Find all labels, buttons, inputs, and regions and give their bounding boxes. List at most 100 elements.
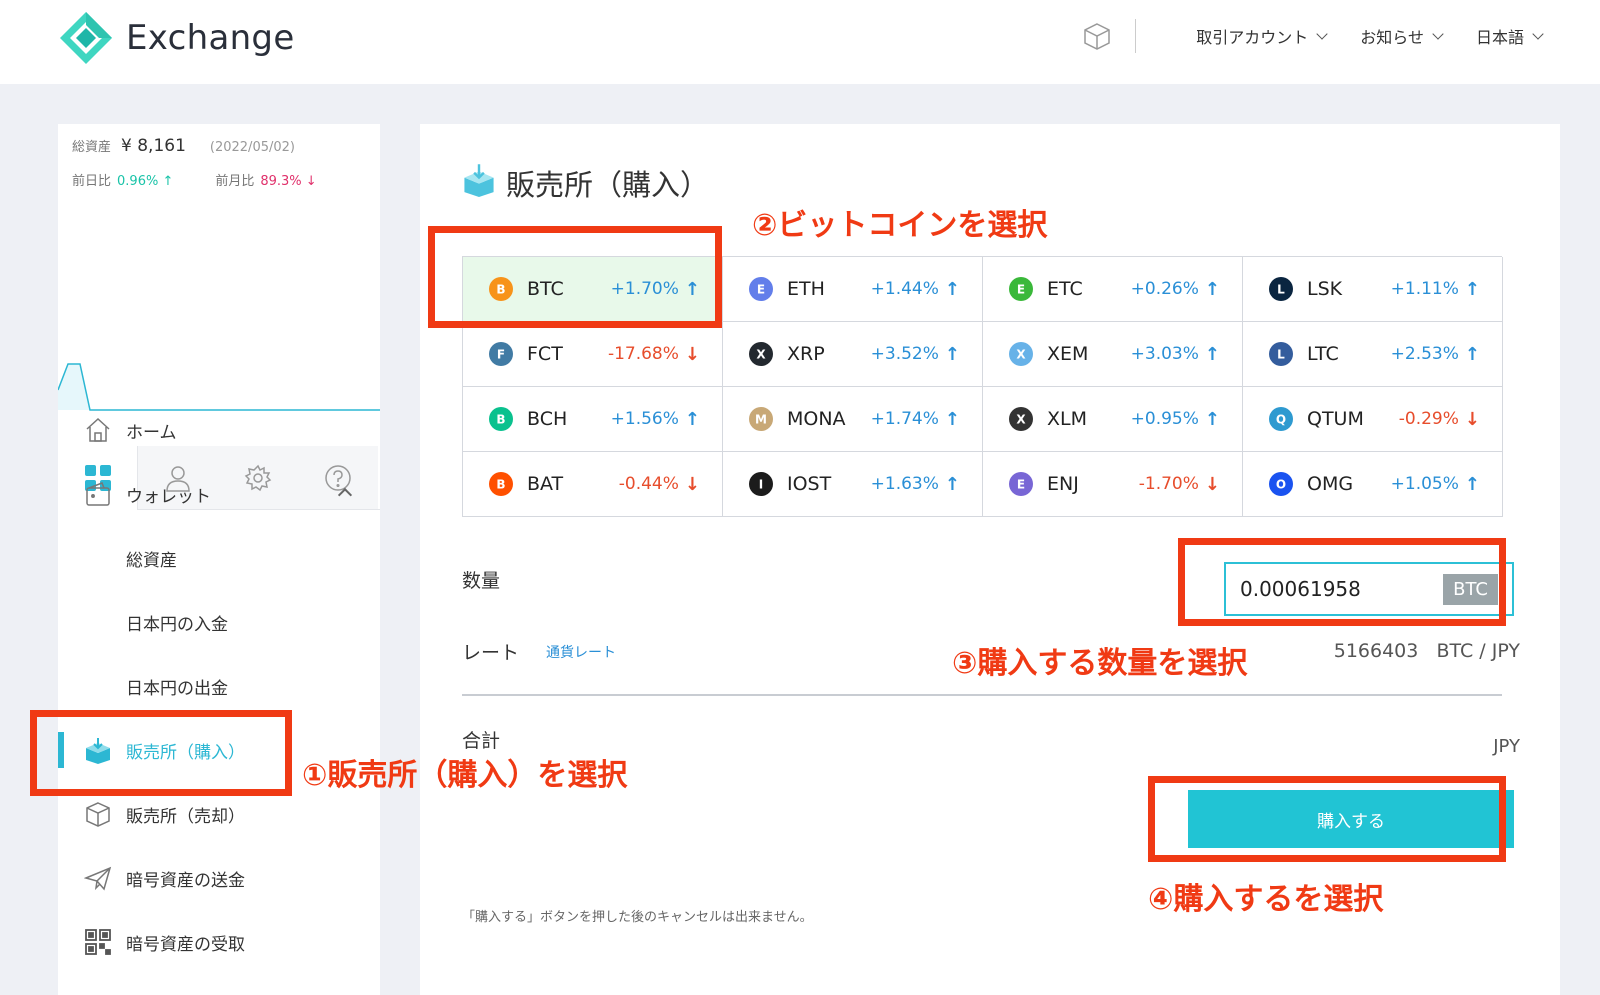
annotation-box-step4 [1148, 776, 1506, 862]
svg-text:I: I [759, 478, 763, 492]
omg-coin-icon: O [1267, 470, 1295, 498]
chevron-up-icon[interactable] [337, 487, 353, 503]
sidebar-item-label: 日本円の出金 [126, 678, 228, 699]
arrow-up-icon: ↑ [1204, 343, 1220, 365]
coin-symbol: XLM [1047, 408, 1087, 430]
svg-text:L: L [1277, 283, 1285, 297]
coin-change-value: -0.44% [618, 474, 679, 494]
sidebar-item-label: 総資産 [126, 550, 177, 571]
iost-coin-icon: I [747, 470, 775, 498]
coin-change-value: +1.44% [870, 279, 939, 299]
mona-coin-icon: M [747, 405, 775, 433]
chevron-down-icon [1532, 27, 1544, 40]
etc-coin-icon: E [1007, 275, 1035, 303]
divider [462, 694, 1502, 696]
coin-symbol: LTC [1307, 343, 1339, 365]
coin-change-value: -17.68% [607, 344, 679, 364]
language-menu[interactable]: 日本語 [1475, 24, 1544, 48]
coin-fct[interactable]: F FCT -17.68% ↓ [463, 322, 723, 387]
sidebar-item-total-assets[interactable]: 総資産 [58, 530, 380, 586]
arrow-up-icon: ↑ [944, 408, 960, 430]
svg-text:O: O [1276, 478, 1286, 492]
coin-xlm[interactable]: X XLM +0.95% ↑ [983, 387, 1243, 452]
coin-iost[interactable]: I IOST +1.63% ↑ [723, 452, 983, 517]
day-change-label: 前日比 [72, 174, 112, 189]
arrow-up-icon: ↑ [1464, 473, 1480, 495]
coin-mona[interactable]: M MONA +1.74% ↑ [723, 387, 983, 452]
coin-lsk[interactable]: L LSK +1.11% ↑ [1243, 257, 1503, 322]
change-summary: 前日比 0.96% ↑ 前月比 89.3% ↓ [72, 170, 317, 189]
svg-text:E: E [1017, 478, 1025, 492]
coin-change: +1.63% ↑ [871, 474, 960, 495]
sidebar-item-jpy-withdraw[interactable]: 日本円の出金 [58, 658, 380, 714]
coin-symbol: OMG [1307, 473, 1354, 495]
coin-change: +1.74% ↑ [871, 409, 960, 430]
coin-eth[interactable]: E ETH +1.44% ↑ [723, 257, 983, 322]
coin-change: +0.95% ↑ [1131, 409, 1220, 430]
rate-label: レート [462, 642, 520, 664]
logo[interactable]: Exchange [58, 10, 295, 66]
top-header: Exchange 取引アカウント お知らせ 日本語 [0, 0, 1600, 84]
trading-account-menu[interactable]: 取引アカウント [1196, 24, 1328, 48]
coin-omg[interactable]: O OMG +1.05% ↑ [1243, 452, 1503, 517]
qr-icon [84, 928, 112, 956]
annotation-step1: ①販売所（購入）を選択 [302, 758, 628, 793]
arrow-up-icon: ↑ [944, 473, 960, 495]
svg-text:Q: Q [1276, 413, 1286, 427]
svg-text:X: X [1016, 413, 1026, 427]
sidebar-item-label: 暗号資産の受取 [126, 934, 245, 955]
total-assets-value: ¥ 8,161 [121, 136, 186, 156]
coin-change: +1.56% ↑ [611, 409, 700, 430]
day-change-value: 0.96% ↑ [117, 174, 174, 189]
cancel-notice: 「購入する」ボタンを押した後のキャンセルは出来ません。 [462, 910, 813, 925]
eth-coin-icon: E [747, 275, 775, 303]
coin-change-value: +0.95% [1130, 409, 1199, 429]
coin-change: +0.26% ↑ [1131, 279, 1220, 300]
logo-icon [60, 12, 112, 64]
coin-change-value: -1.70% [1138, 474, 1199, 494]
send-icon [84, 864, 112, 892]
coin-etc[interactable]: E ETC +0.26% ↑ [983, 257, 1243, 322]
sidebar-item-send-crypto[interactable]: 暗号資産の送金 [58, 850, 380, 906]
chevron-down-icon [1432, 27, 1444, 40]
sidebar-item-label: 日本円の入金 [126, 614, 228, 635]
coin-ltc[interactable]: L LTC +2.53% ↑ [1243, 322, 1503, 387]
coin-change: -0.29% ↓ [1399, 409, 1480, 430]
annotation-box-step1 [30, 710, 292, 796]
svg-text:L: L [1277, 348, 1285, 362]
coin-bat[interactable]: B BAT -0.44% ↓ [463, 452, 723, 517]
coin-qtum[interactable]: Q QTUM -0.29% ↓ [1243, 387, 1503, 452]
language-label: 日本語 [1475, 28, 1524, 47]
enj-coin-icon: E [1007, 470, 1035, 498]
coin-symbol: IOST [787, 473, 832, 495]
coin-symbol: FCT [527, 343, 563, 365]
fct-coin-icon: F [487, 340, 515, 368]
coin-xrp[interactable]: X XRP +3.52% ↑ [723, 322, 983, 387]
sell-box-icon [84, 800, 112, 828]
total-assets-date: (2022/05/02) [209, 140, 295, 155]
coin-symbol: ETH [787, 278, 825, 300]
annotation-step2: ②ビットコインを選択 [752, 208, 1048, 243]
qtum-coin-icon: Q [1267, 405, 1295, 433]
sidebar-item-wallet[interactable]: ウォレット [58, 466, 380, 522]
buy-box-icon [462, 163, 496, 204]
total-unit: JPY [1493, 736, 1520, 757]
svg-text:B: B [496, 478, 505, 492]
sidebar-item-home[interactable]: ホーム [58, 402, 380, 458]
xlm-coin-icon: X [1007, 405, 1035, 433]
notices-menu[interactable]: お知らせ [1360, 24, 1444, 48]
coin-xem[interactable]: X XEM +3.03% ↑ [983, 322, 1243, 387]
arrow-up-icon: ↑ [944, 343, 960, 365]
coin-enj[interactable]: E ENJ -1.70% ↓ [983, 452, 1243, 517]
coin-change-value: +0.26% [1130, 279, 1199, 299]
total-assets-label: 総資産 [72, 140, 112, 155]
page-title: 販売所（購入） [462, 162, 709, 204]
sidebar-item-label: 暗号資産の送金 [126, 870, 245, 891]
currency-rate-link[interactable]: 通貨レート [546, 642, 616, 662]
sidebar-item-jpy-deposit[interactable]: 日本円の入金 [58, 594, 380, 650]
coin-bch[interactable]: B BCH +1.56% ↑ [463, 387, 723, 452]
ltc-coin-icon: L [1267, 340, 1295, 368]
cube-icon[interactable] [1077, 18, 1117, 54]
coin-change: +1.05% ↑ [1391, 474, 1480, 495]
sidebar-item-receive-crypto[interactable]: 暗号資産の受取 [58, 914, 380, 970]
